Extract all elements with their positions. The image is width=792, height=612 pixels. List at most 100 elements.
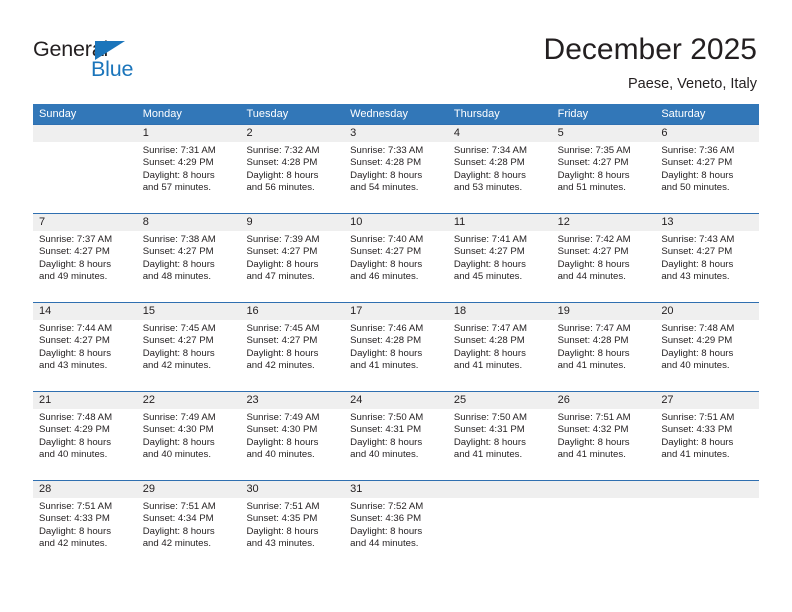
day-cell[interactable]: Sunrise: 7:31 AM Sunset: 4:29 PM Dayligh… [137,142,241,213]
day-number[interactable]: 15 [137,303,241,320]
sunrise-text: Sunrise: 7:51 AM [142,501,216,512]
day-cell[interactable]: Sunrise: 7:50 AM Sunset: 4:31 PM Dayligh… [344,409,448,480]
day-cell[interactable]: Sunrise: 7:32 AM Sunset: 4:28 PM Dayligh… [240,142,344,213]
day-number[interactable] [655,481,759,498]
day-cell[interactable]: Sunrise: 7:47 AM Sunset: 4:28 PM Dayligh… [448,320,552,391]
day-number[interactable]: 29 [137,481,241,498]
day-number[interactable]: 3 [344,125,448,142]
week-detail-row: Sunrise: 7:31 AM Sunset: 4:29 PM Dayligh… [33,142,759,213]
daylight-line1: Daylight: 8 hours [661,347,734,359]
day-cell[interactable]: Sunrise: 7:41 AM Sunset: 4:27 PM Dayligh… [448,231,552,302]
day-cell[interactable]: Sunrise: 7:33 AM Sunset: 4:28 PM Dayligh… [344,142,448,213]
sunrise-text: Sunrise: 7:38 AM [142,234,216,245]
day-cell[interactable]: Sunrise: 7:48 AM Sunset: 4:29 PM Dayligh… [655,320,759,391]
weekday-header-monday: Monday [142,108,182,120]
day-cell[interactable]: Sunrise: 7:51 AM Sunset: 4:33 PM Dayligh… [33,498,137,569]
day-cell[interactable]: Sunrise: 7:44 AM Sunset: 4:27 PM Dayligh… [33,320,137,391]
sunrise-text: Sunrise: 7:50 AM [350,412,424,423]
day-number[interactable]: 13 [655,214,759,231]
day-number[interactable]: 17 [344,303,448,320]
daylight-line1: Daylight: 8 hours [350,436,423,448]
daylight-line1: Daylight: 8 hours [453,258,526,270]
day-number[interactable]: 5 [552,125,656,142]
day-cell[interactable]: Sunrise: 7:39 AM Sunset: 4:27 PM Dayligh… [240,231,344,302]
day-number[interactable]: 16 [240,303,344,320]
day-number[interactable]: 27 [655,392,759,409]
day-cell[interactable]: Sunrise: 7:49 AM Sunset: 4:30 PM Dayligh… [240,409,344,480]
day-number[interactable] [448,481,552,498]
day-cell[interactable] [448,498,552,569]
day-number[interactable] [33,125,137,142]
day-number[interactable]: 2 [240,125,344,142]
sunset-text: Sunset: 4:27 PM [453,246,525,258]
day-cell[interactable]: Sunrise: 7:49 AM Sunset: 4:30 PM Dayligh… [137,409,241,480]
day-number[interactable] [552,481,656,498]
day-number[interactable]: 26 [552,392,656,409]
day-cell[interactable]: Sunrise: 7:51 AM Sunset: 4:34 PM Dayligh… [137,498,241,569]
day-number[interactable]: 21 [33,392,137,409]
day-number[interactable]: 7 [33,214,137,231]
day-number[interactable]: 6 [655,125,759,142]
day-number[interactable]: 28 [33,481,137,498]
sunrise-text: Sunrise: 7:45 AM [142,323,216,334]
day-number[interactable]: 9 [240,214,344,231]
sunset-text: Sunset: 4:29 PM [142,157,214,169]
day-cell[interactable] [552,498,656,569]
day-cell[interactable]: Sunrise: 7:45 AM Sunset: 4:27 PM Dayligh… [240,320,344,391]
sunset-text: Sunset: 4:33 PM [661,424,733,436]
day-number[interactable]: 20 [655,303,759,320]
day-cell[interactable]: Sunrise: 7:40 AM Sunset: 4:27 PM Dayligh… [344,231,448,302]
general-blue-logo[interactable]: General Blue [33,37,233,87]
day-cell[interactable]: Sunrise: 7:51 AM Sunset: 4:35 PM Dayligh… [240,498,344,569]
day-number[interactable]: 14 [33,303,137,320]
sunset-text: Sunset: 4:30 PM [246,424,318,436]
week-daynumber-row: 1 2 3 4 5 6 [33,125,759,142]
day-number[interactable]: 11 [448,214,552,231]
day-cell[interactable]: Sunrise: 7:36 AM Sunset: 4:27 PM Dayligh… [655,142,759,213]
day-cell[interactable]: Sunrise: 7:37 AM Sunset: 4:27 PM Dayligh… [33,231,137,302]
day-number[interactable]: 10 [344,214,448,231]
day-number[interactable]: 12 [552,214,656,231]
day-cell[interactable]: Sunrise: 7:35 AM Sunset: 4:27 PM Dayligh… [552,142,656,213]
day-cell[interactable]: Sunrise: 7:46 AM Sunset: 4:28 PM Dayligh… [344,320,448,391]
day-cell[interactable]: Sunrise: 7:50 AM Sunset: 4:31 PM Dayligh… [448,409,552,480]
day-number[interactable]: 25 [448,392,552,409]
sunrise-text: Sunrise: 7:47 AM [557,323,631,334]
day-cell[interactable] [33,142,137,213]
sunset-text: Sunset: 4:28 PM [453,335,525,347]
day-cell[interactable]: Sunrise: 7:45 AM Sunset: 4:27 PM Dayligh… [137,320,241,391]
day-cell[interactable]: Sunrise: 7:43 AM Sunset: 4:27 PM Dayligh… [655,231,759,302]
day-cell[interactable]: Sunrise: 7:52 AM Sunset: 4:36 PM Dayligh… [344,498,448,569]
day-number[interactable]: 18 [448,303,552,320]
daylight-line1: Daylight: 8 hours [661,258,734,270]
week-detail-row: Sunrise: 7:48 AM Sunset: 4:29 PM Dayligh… [33,409,759,480]
sunrise-text: Sunrise: 7:39 AM [246,234,320,245]
day-cell[interactable]: Sunrise: 7:38 AM Sunset: 4:27 PM Dayligh… [137,231,241,302]
day-cell[interactable]: Sunrise: 7:34 AM Sunset: 4:28 PM Dayligh… [448,142,552,213]
day-cell[interactable]: Sunrise: 7:51 AM Sunset: 4:33 PM Dayligh… [655,409,759,480]
day-number[interactable]: 22 [137,392,241,409]
day-number[interactable]: 24 [344,392,448,409]
daylight-line1: Daylight: 8 hours [350,169,423,181]
daylight-line1: Daylight: 8 hours [246,169,319,181]
week-detail-row: Sunrise: 7:44 AM Sunset: 4:27 PM Dayligh… [33,320,759,391]
day-cell[interactable] [655,498,759,569]
daylight-line2: and 44 minutes. [350,538,419,550]
day-number[interactable]: 8 [137,214,241,231]
day-cell[interactable]: Sunrise: 7:47 AM Sunset: 4:28 PM Dayligh… [552,320,656,391]
day-cell[interactable]: Sunrise: 7:42 AM Sunset: 4:27 PM Dayligh… [552,231,656,302]
day-cell[interactable]: Sunrise: 7:48 AM Sunset: 4:29 PM Dayligh… [33,409,137,480]
daylight-line2: and 40 minutes. [661,360,730,372]
sunset-text: Sunset: 4:29 PM [39,424,110,436]
sunrise-text: Sunrise: 7:40 AM [350,234,424,245]
sunrise-text: Sunrise: 7:50 AM [453,412,527,423]
day-number[interactable]: 1 [137,125,241,142]
sunrise-text: Sunrise: 7:34 AM [453,145,527,156]
sunrise-text: Sunrise: 7:41 AM [453,234,527,245]
day-number[interactable]: 31 [344,481,448,498]
day-number[interactable]: 30 [240,481,344,498]
day-number[interactable]: 4 [448,125,552,142]
day-number[interactable]: 19 [552,303,656,320]
day-number[interactable]: 23 [240,392,344,409]
day-cell[interactable]: Sunrise: 7:51 AM Sunset: 4:32 PM Dayligh… [552,409,656,480]
